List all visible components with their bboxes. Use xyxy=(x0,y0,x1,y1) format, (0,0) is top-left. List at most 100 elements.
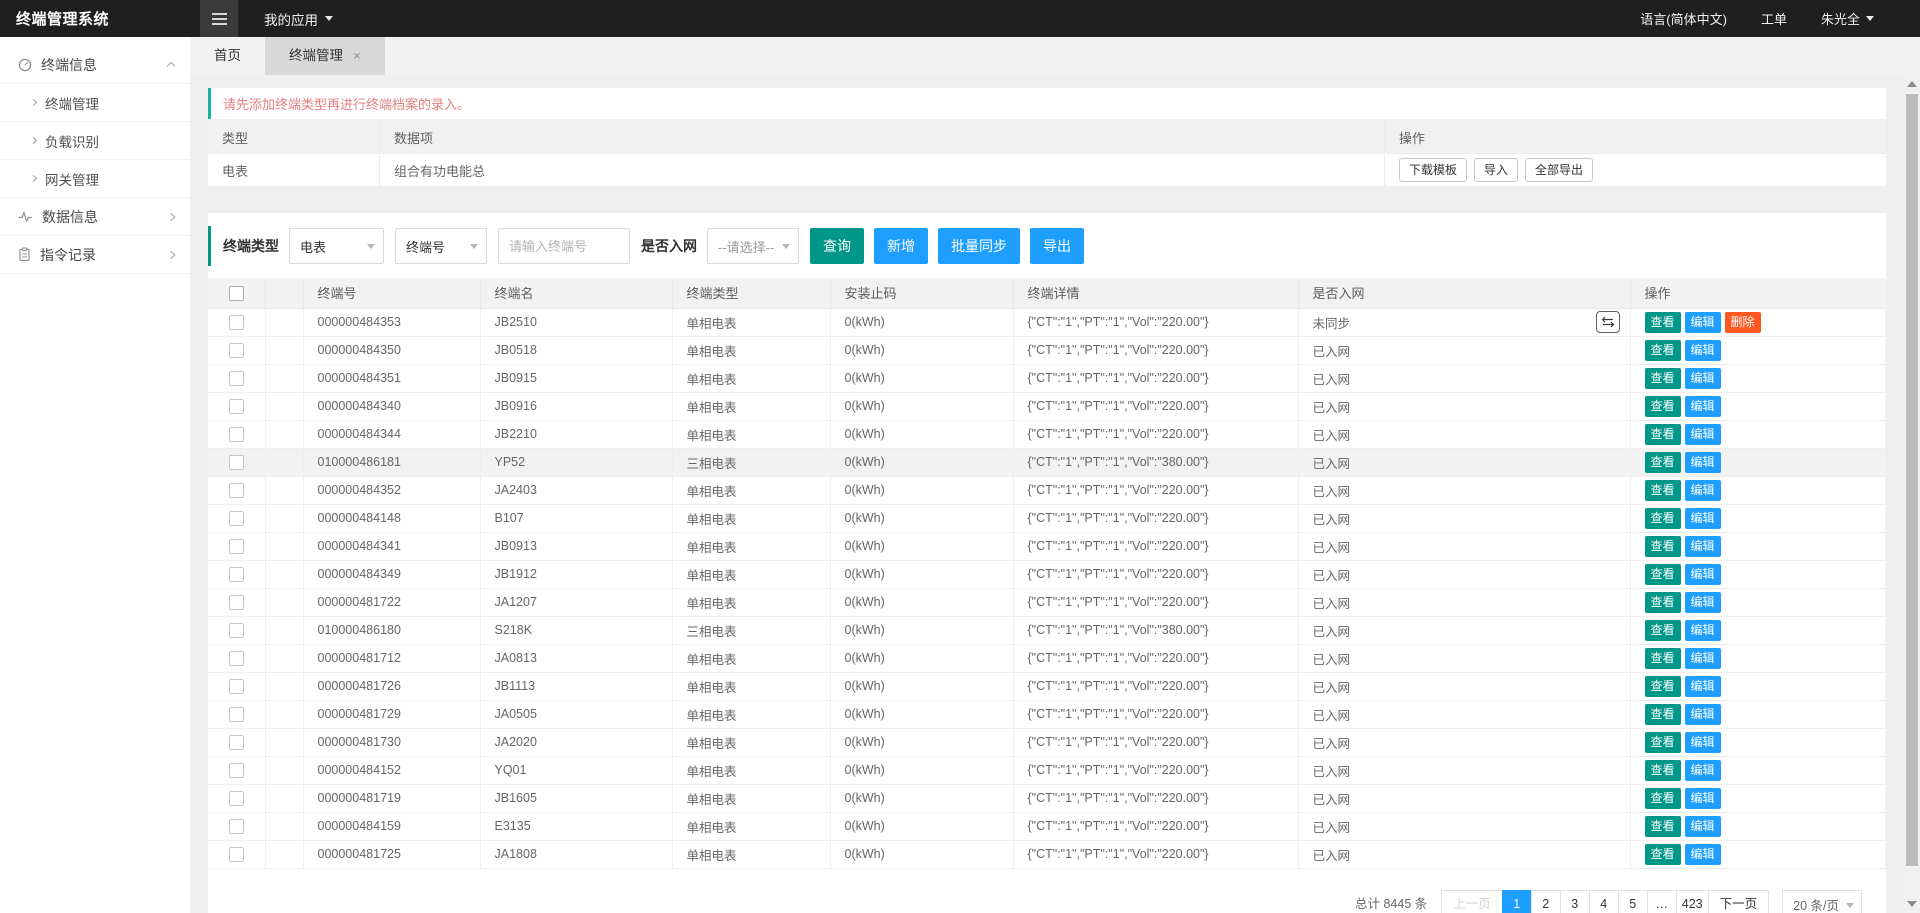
row-checkbox[interactable] xyxy=(229,567,244,582)
tab-terminal-manage[interactable]: 终端管理 × xyxy=(265,37,385,75)
row-checkbox[interactable] xyxy=(229,791,244,806)
view-button[interactable]: 查看 xyxy=(1645,396,1681,417)
edit-button[interactable]: 编辑 xyxy=(1685,480,1721,501)
hamburger-icon[interactable] xyxy=(200,0,238,37)
network-select[interactable]: --请选择-- xyxy=(707,228,799,264)
language-menu[interactable]: 语言(简体中文) xyxy=(1640,9,1727,28)
search-button[interactable]: 查询 xyxy=(810,228,864,264)
export-button[interactable]: 导出 xyxy=(1030,228,1084,264)
page-button-1[interactable]: 1 xyxy=(1502,890,1532,913)
export-all-button[interactable]: 全部导出 xyxy=(1525,158,1593,182)
row-checkbox[interactable] xyxy=(229,315,244,330)
row-checkbox[interactable] xyxy=(229,399,244,414)
row-checkbox[interactable] xyxy=(229,819,244,834)
page-ellipsis[interactable]: … xyxy=(1647,890,1677,913)
scroll-up-icon[interactable] xyxy=(1907,81,1917,87)
edit-button[interactable]: 编辑 xyxy=(1685,620,1721,641)
view-button[interactable]: 查看 xyxy=(1645,704,1681,725)
view-button[interactable]: 查看 xyxy=(1645,564,1681,585)
sidebar-group-command-log[interactable]: 指令记录 xyxy=(0,236,190,274)
row-checkbox[interactable] xyxy=(229,343,244,358)
row-checkbox[interactable] xyxy=(229,763,244,778)
view-button[interactable]: 查看 xyxy=(1645,816,1681,837)
page-button-2[interactable]: 2 xyxy=(1531,890,1561,913)
edit-button[interactable]: 编辑 xyxy=(1685,312,1721,333)
sidebar-item-terminal-manage[interactable]: 终端管理 xyxy=(0,84,190,122)
row-checkbox[interactable] xyxy=(229,371,244,386)
edit-button[interactable]: 编辑 xyxy=(1685,564,1721,585)
my-apps-menu[interactable]: 我的应用 xyxy=(264,9,333,29)
edit-button[interactable]: 编辑 xyxy=(1685,508,1721,529)
search-field-select[interactable]: 终端号 xyxy=(395,228,487,264)
download-template-button[interactable]: 下载模板 xyxy=(1399,158,1467,182)
row-checkbox[interactable] xyxy=(229,455,244,470)
edit-button[interactable]: 编辑 xyxy=(1685,340,1721,361)
view-button[interactable]: 查看 xyxy=(1645,452,1681,473)
edit-button[interactable]: 编辑 xyxy=(1685,788,1721,809)
prev-page-button[interactable]: 上一页 xyxy=(1441,890,1503,913)
view-button[interactable]: 查看 xyxy=(1645,620,1681,641)
row-checkbox[interactable] xyxy=(229,427,244,442)
work-order-link[interactable]: 工单 xyxy=(1761,9,1787,28)
page-button-4[interactable]: 4 xyxy=(1589,890,1619,913)
view-button[interactable]: 查看 xyxy=(1645,760,1681,781)
view-button[interactable]: 查看 xyxy=(1645,536,1681,557)
sidebar-item-load-identify[interactable]: 负载识别 xyxy=(0,122,190,160)
import-button[interactable]: 导入 xyxy=(1474,158,1518,182)
edit-button[interactable]: 编辑 xyxy=(1685,676,1721,697)
sidebar-group-data-info[interactable]: 数据信息 xyxy=(0,198,190,236)
delete-button[interactable]: 删除 xyxy=(1725,312,1761,333)
edit-button[interactable]: 编辑 xyxy=(1685,536,1721,557)
page-size-select[interactable]: 20 条/页 xyxy=(1782,890,1862,913)
tab-close-icon[interactable]: × xyxy=(353,37,361,75)
edit-button[interactable]: 编辑 xyxy=(1685,592,1721,613)
view-button[interactable]: 查看 xyxy=(1645,648,1681,669)
next-page-button[interactable]: 下一页 xyxy=(1708,890,1770,913)
view-button[interactable]: 查看 xyxy=(1645,676,1681,697)
view-button[interactable]: 查看 xyxy=(1645,788,1681,809)
user-menu[interactable]: 朱光全 xyxy=(1821,9,1874,28)
select-all-checkbox[interactable] xyxy=(229,286,244,301)
view-button[interactable]: 查看 xyxy=(1645,592,1681,613)
edit-button[interactable]: 编辑 xyxy=(1685,452,1721,473)
row-checkbox[interactable] xyxy=(229,735,244,750)
row-checkbox[interactable] xyxy=(229,595,244,610)
page-button-423[interactable]: 423 xyxy=(1676,890,1709,913)
edit-button[interactable]: 编辑 xyxy=(1685,760,1721,781)
sync-button[interactable] xyxy=(1596,311,1620,333)
edit-button[interactable]: 编辑 xyxy=(1685,732,1721,753)
row-checkbox[interactable] xyxy=(229,483,244,498)
row-checkbox[interactable] xyxy=(229,623,244,638)
page-scrollbar[interactable] xyxy=(1904,75,1920,913)
scrollbar-thumb[interactable] xyxy=(1906,94,1918,866)
terminal-type-select[interactable]: 电表 xyxy=(289,228,384,264)
row-checkbox[interactable] xyxy=(229,679,244,694)
view-button[interactable]: 查看 xyxy=(1645,340,1681,361)
view-button[interactable]: 查看 xyxy=(1645,424,1681,445)
row-checkbox[interactable] xyxy=(229,539,244,554)
edit-button[interactable]: 编辑 xyxy=(1685,704,1721,725)
view-button[interactable]: 查看 xyxy=(1645,732,1681,753)
view-button[interactable]: 查看 xyxy=(1645,844,1681,865)
page-button-5[interactable]: 5 xyxy=(1618,890,1648,913)
page-button-3[interactable]: 3 xyxy=(1560,890,1590,913)
view-button[interactable]: 查看 xyxy=(1645,480,1681,501)
tab-home[interactable]: 首页 xyxy=(190,37,265,75)
edit-button[interactable]: 编辑 xyxy=(1685,396,1721,417)
edit-button[interactable]: 编辑 xyxy=(1685,816,1721,837)
edit-button[interactable]: 编辑 xyxy=(1685,648,1721,669)
row-checkbox[interactable] xyxy=(229,707,244,722)
scroll-down-icon[interactable] xyxy=(1907,901,1917,907)
view-button[interactable]: 查看 xyxy=(1645,368,1681,389)
edit-button[interactable]: 编辑 xyxy=(1685,844,1721,865)
row-checkbox[interactable] xyxy=(229,651,244,666)
view-button[interactable]: 查看 xyxy=(1645,508,1681,529)
terminal-no-input[interactable] xyxy=(498,228,630,264)
sidebar-item-gateway-manage[interactable]: 网关管理 xyxy=(0,160,190,198)
sidebar-group-terminal-info[interactable]: 终端信息 xyxy=(0,46,190,84)
row-checkbox[interactable] xyxy=(229,847,244,862)
edit-button[interactable]: 编辑 xyxy=(1685,424,1721,445)
edit-button[interactable]: 编辑 xyxy=(1685,368,1721,389)
row-checkbox[interactable] xyxy=(229,511,244,526)
batch-sync-button[interactable]: 批量同步 xyxy=(938,228,1020,264)
